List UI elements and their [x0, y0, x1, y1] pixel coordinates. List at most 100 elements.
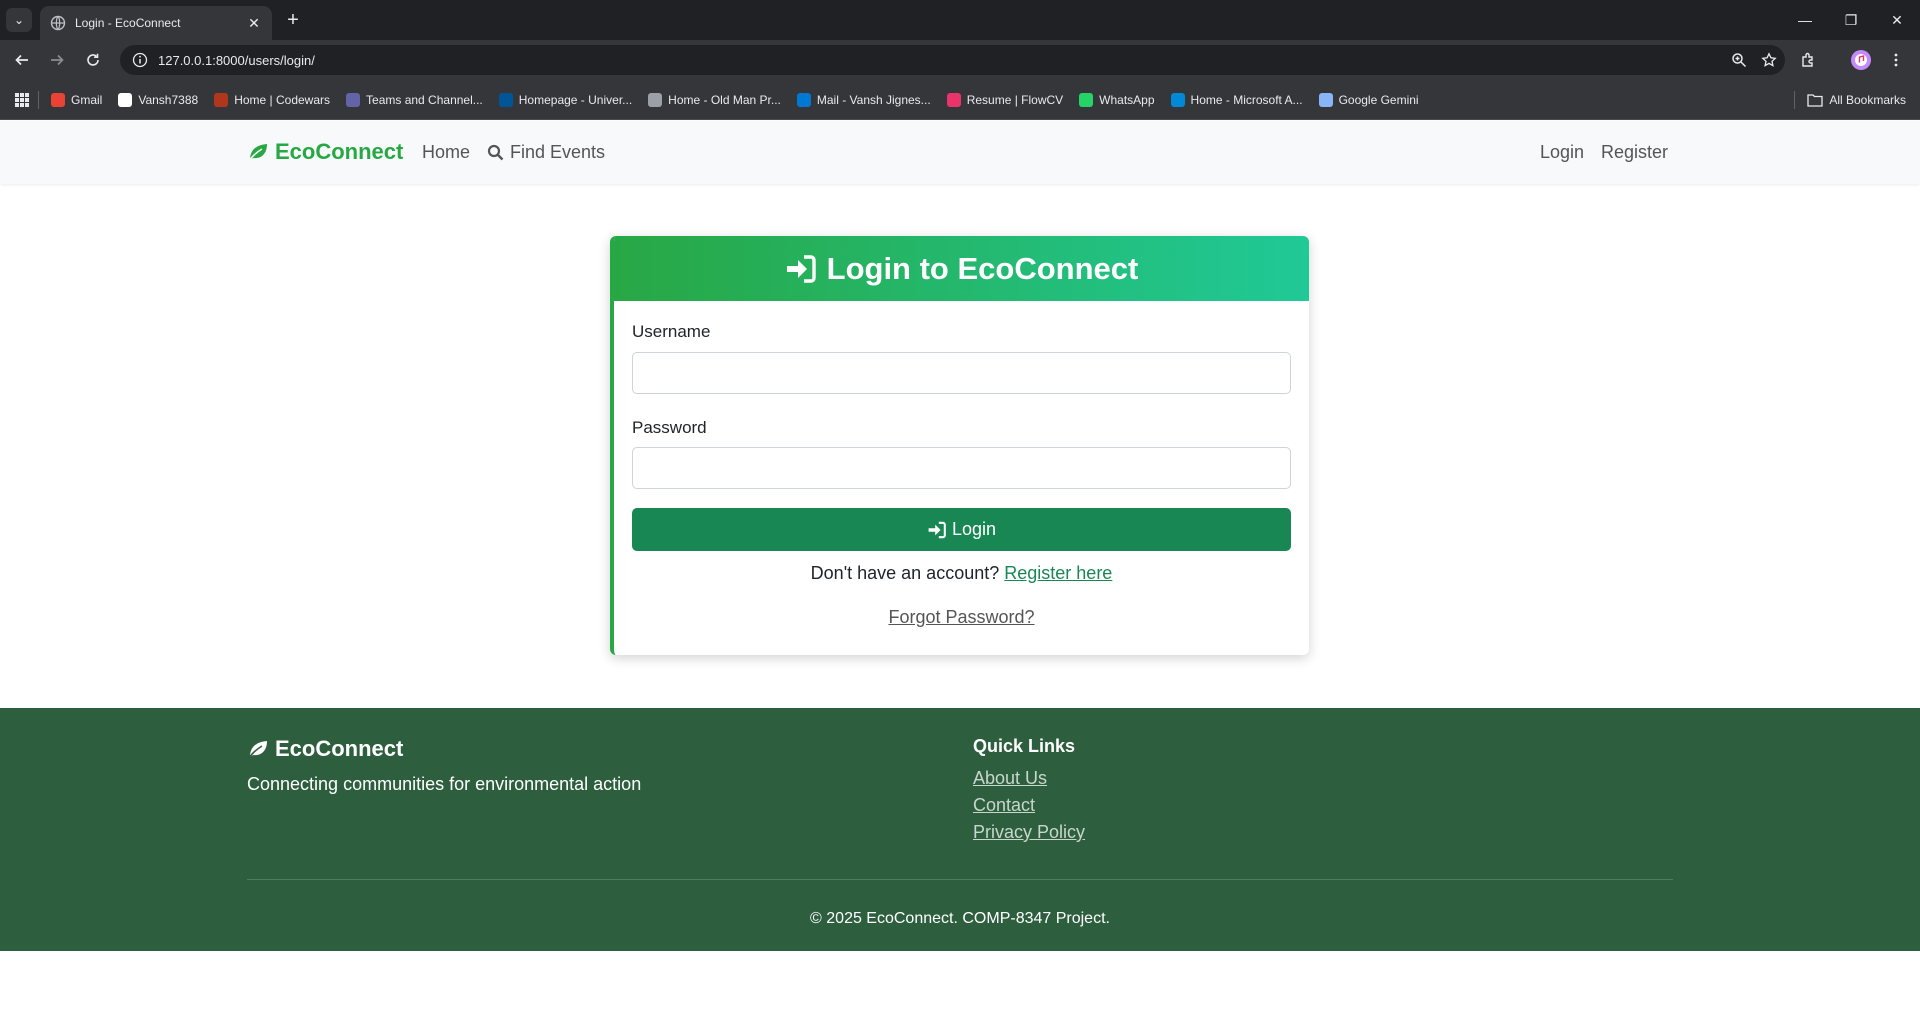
bookmarks-bar: Gmail Vansh7388 Home | Codewars Teams and C… — [0, 80, 1920, 120]
forgot-password-link[interactable]: Forgot Password? — [614, 607, 1309, 628]
sign-in-icon — [928, 521, 946, 538]
footer-copyright: © 2025 EcoConnect. COMP-8347 Project. — [810, 910, 1110, 927]
tab-title: Login - EcoConnect — [75, 16, 181, 30]
close-icon[interactable]: ✕ — [246, 15, 262, 31]
bookmark-item[interactable]: Google Gemini — [1318, 92, 1419, 107]
leaf-icon — [248, 741, 267, 759]
new-tab-button[interactable]: + — [282, 9, 304, 31]
nav-find-events-label: Find Events — [510, 142, 606, 162]
extensions-button[interactable] — [1797, 48, 1821, 72]
bookmarks-list: Gmail Vansh7388 Home | Codewars Teams and C… — [51, 92, 1435, 107]
footer-brand: EcoConnect — [247, 736, 403, 762]
star-icon[interactable] — [1761, 52, 1777, 68]
username-label: Username — [632, 322, 711, 341]
nav-login[interactable]: Login — [1540, 142, 1584, 163]
bookmark-item[interactable]: Homepage - Univer... — [498, 92, 633, 107]
bookmark-item[interactable]: WhatsApp — [1079, 92, 1155, 107]
bookmarks-divider — [38, 90, 39, 109]
nav-login-label: Login — [1540, 142, 1585, 162]
minimize-button[interactable]: — — [1782, 0, 1828, 40]
bookmarks-divider — [1794, 91, 1796, 109]
site-info-icon[interactable] — [132, 52, 148, 68]
bookmark-item[interactable]: Home - Microsoft A... — [1170, 92, 1303, 107]
bookmark-label: Homepage - Univer... — [518, 92, 633, 107]
tab-search-button[interactable]: ⌄ — [6, 8, 32, 32]
bookmark-item[interactable]: Teams and Channel... — [346, 92, 483, 107]
bookmark-item[interactable]: Vansh7388 — [118, 92, 199, 107]
search-icon — [487, 144, 504, 161]
zoom-icon[interactable] — [1731, 52, 1747, 68]
restore-button[interactable]: ❐ — [1828, 0, 1874, 40]
footer-brand-name: EcoConnect — [275, 736, 404, 761]
close-window-button[interactable]: ✕ — [1874, 0, 1920, 40]
nav-home-label: Home — [422, 142, 471, 162]
register-prompt: Don't have an account? Register here — [614, 563, 1309, 584]
username-input[interactable] — [632, 352, 1291, 394]
puzzle-icon — [1802, 52, 1813, 67]
bookmark-item[interactable]: Gmail — [51, 92, 103, 107]
nav-home[interactable]: Home — [422, 142, 470, 163]
footer-divider — [247, 879, 1673, 880]
reload-icon — [87, 53, 99, 66]
bookmark-label: Teams and Channel... — [366, 92, 483, 107]
browser-toolbar: 127.0.0.1:8000/users/login/ — [0, 40, 1920, 80]
bookmark-label: Google Gemini — [1338, 92, 1419, 107]
footer-tagline: Connecting communities for environmental… — [247, 774, 642, 794]
navbar-brand[interactable]: EcoConnect — [247, 139, 403, 165]
web-page: EcoConnect Home Find Events Login Regist… — [0, 121, 1920, 1032]
nav-find-events[interactable]: Find Events — [487, 142, 605, 163]
folder-icon — [1807, 94, 1823, 107]
outlook-icon — [796, 92, 811, 107]
brand-name: EcoConnect — [275, 139, 404, 164]
browser-menu-button[interactable] — [1884, 48, 1908, 72]
no-account-text: Don't have an account? — [810, 563, 1000, 583]
teams-icon — [346, 92, 361, 107]
globe-icon — [648, 92, 663, 107]
bookmark-label: Home - Microsoft A... — [1190, 92, 1303, 107]
globe-icon — [50, 15, 66, 31]
arrow-right-icon — [51, 54, 64, 66]
bookmark-label: Gmail — [71, 92, 103, 107]
reload-button[interactable] — [81, 48, 105, 72]
register-link[interactable]: Register here — [1004, 563, 1112, 583]
bookmark-item[interactable]: Home - Old Man Pr... — [648, 92, 781, 107]
back-button[interactable] — [10, 48, 34, 72]
azure-icon — [1170, 92, 1185, 107]
nav-register-label: Register — [1601, 142, 1669, 162]
footer-link-about[interactable]: About Us — [973, 768, 1047, 789]
browser-tab[interactable]: Login - EcoConnect ✕ — [40, 6, 272, 40]
all-bookmarks-button[interactable]: All Bookmarks — [1790, 80, 1906, 120]
gmail-icon — [51, 92, 65, 107]
flowcv-icon — [946, 92, 961, 107]
arrow-left-icon — [15, 54, 28, 66]
bookmark-item[interactable]: Mail - Vansh Jignes... — [796, 92, 931, 107]
footer-link-privacy[interactable]: Privacy Policy — [973, 822, 1085, 843]
bookmark-label: Vansh7388 — [138, 92, 199, 107]
forward-button[interactable] — [45, 48, 69, 72]
bookmark-item[interactable]: Home | Codewars — [214, 92, 330, 107]
chevron-down-icon: ⌄ — [13, 13, 25, 27]
all-bookmarks-label: All Bookmarks — [1829, 93, 1906, 107]
codewars-icon — [214, 92, 229, 107]
leaf-icon — [248, 144, 267, 162]
browser-tabbar: ⌄ Login - EcoConnect ✕ + — ❐ ✕ — [0, 0, 1920, 40]
profile-button[interactable] — [1849, 48, 1873, 72]
sign-in-icon — [786, 254, 816, 283]
gemini-icon — [1318, 92, 1333, 107]
avatar — [1851, 50, 1871, 70]
apps-grid-icon[interactable] — [14, 92, 30, 108]
password-label: Password — [632, 418, 707, 437]
login-card-header: Login to EcoConnect — [614, 236, 1309, 301]
bookmark-item[interactable]: Resume | FlowCV — [946, 92, 1064, 107]
nav-register[interactable]: Register — [1601, 142, 1668, 163]
quick-links-title: Quick Links — [973, 736, 1076, 756]
address-bar[interactable]: 127.0.0.1:8000/users/login/ — [120, 45, 1785, 75]
footer-link-contact[interactable]: Contact — [973, 795, 1035, 816]
login-button[interactable]: Login — [632, 508, 1291, 551]
login-card: Login to EcoConnect Username Password Lo… — [610, 236, 1309, 655]
bookmark-label: Home - Old Man Pr... — [668, 92, 781, 107]
password-input[interactable] — [632, 447, 1291, 489]
bookmark-label: Mail - Vansh Jignes... — [816, 92, 931, 107]
bookmark-label: Resume | FlowCV — [966, 92, 1064, 107]
github-icon — [118, 92, 133, 107]
